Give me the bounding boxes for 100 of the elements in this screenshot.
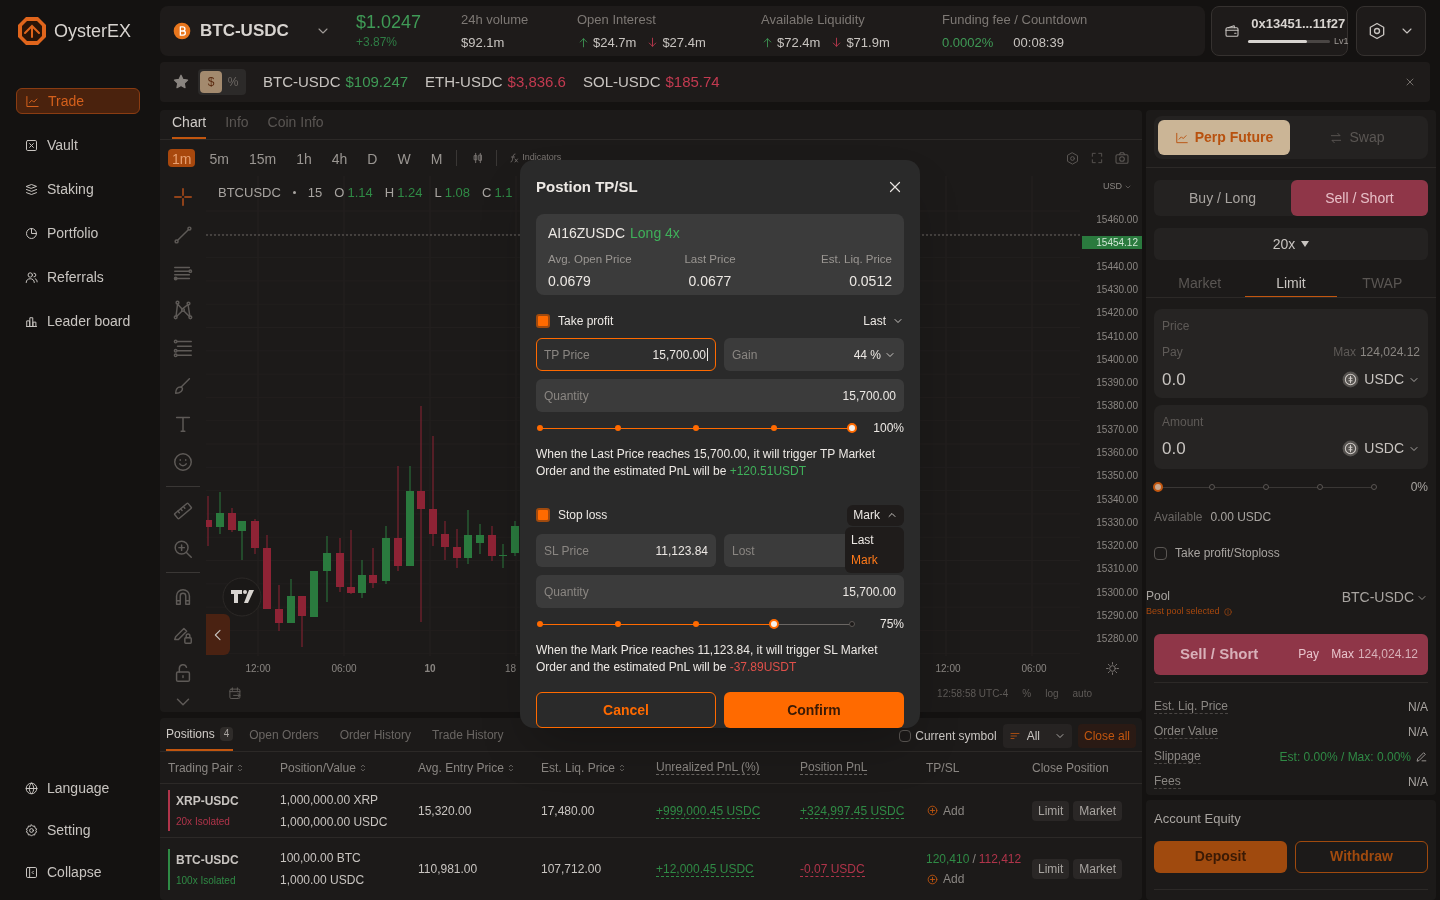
close-all-button[interactable]: Close all	[1077, 724, 1136, 748]
crosshair-icon	[172, 185, 194, 208]
candle	[275, 584, 283, 632]
sidebar-link[interactable]: Setting	[16, 819, 140, 841]
wallet-button[interactable]: 0x13451...11f27 Lv1	[1211, 6, 1348, 56]
go-to-date-button[interactable]	[228, 685, 243, 701]
add-tpsl-button[interactable]: Add	[926, 801, 1032, 820]
candle	[441, 520, 449, 561]
nav-item[interactable]: Referrals	[16, 264, 140, 290]
nav-item[interactable]: Vault	[16, 132, 140, 158]
pair-selector[interactable]: BTC-USDC	[172, 18, 344, 44]
nav-item[interactable]: Trade	[16, 88, 140, 114]
chart-tab[interactable]: Chart	[172, 112, 207, 139]
zoom-in-icon	[172, 537, 194, 560]
indicators-button[interactable]: Indicators	[508, 151, 562, 165]
timeframe-button[interactable]: M	[430, 149, 443, 167]
caret-down-icon	[1301, 241, 1310, 247]
amount-value: 0.0	[1162, 438, 1186, 460]
quantity-field[interactable]: Quantity 15,700.00	[536, 379, 904, 412]
side-tab[interactable]: Buy / Long	[1154, 180, 1291, 216]
submit-order-button[interactable]: Sell / Short Pay Max 124,024.12	[1154, 633, 1428, 675]
globe-icon	[24, 780, 39, 796]
count-badge: 4	[219, 727, 234, 741]
price-field[interactable]: SL Price 11,123.84	[536, 534, 716, 567]
stat-value: 0.0677	[688, 272, 732, 292]
timeframe-button[interactable]: D	[367, 149, 378, 167]
trading-pair: BTC-USDC	[176, 851, 239, 869]
side-tab[interactable]: Sell / Short	[1291, 180, 1428, 216]
time-label: 18	[504, 661, 517, 676]
timeframe-button[interactable]: W	[397, 149, 411, 167]
order-type-tab[interactable]: Limit	[1245, 270, 1337, 297]
positions-tab[interactable]: Positions 4	[166, 719, 234, 751]
filter-dropdown[interactable]: All	[1002, 724, 1072, 748]
summary-label: Slippage	[1154, 749, 1201, 764]
toggle-option[interactable]: $	[200, 71, 222, 93]
ticker-price: $185.74	[665, 71, 720, 92]
checkbox[interactable]	[899, 730, 912, 742]
summary-value: N/A	[1408, 698, 1428, 716]
slider-track[interactable]	[536, 618, 856, 630]
nav-icon	[24, 137, 39, 153]
nav-item[interactable]: Portfolio	[16, 220, 140, 246]
market-price: $1.0247	[356, 11, 423, 33]
slider-thumb[interactable]	[769, 619, 779, 629]
positions-tab[interactable]: Trade History	[432, 719, 504, 751]
timeframe-button[interactable]: 4h	[331, 149, 348, 167]
candle	[238, 520, 246, 561]
summary-label: Est. Liq. Price	[1154, 699, 1229, 714]
timeframe-button[interactable]: 1h	[296, 149, 312, 167]
close-position-button[interactable]: Market	[1073, 859, 1123, 879]
quantity-field[interactable]: Quantity 15,700.00	[536, 575, 904, 608]
positions-tab[interactable]: Order History	[339, 719, 411, 751]
candle	[476, 523, 484, 555]
stat-label: Est. Liq. Price	[821, 252, 892, 267]
positions-tab[interactable]: Open Orders	[249, 719, 319, 751]
leverage-select[interactable]: 20x	[1154, 228, 1428, 260]
slider-reading: 100%	[873, 420, 904, 437]
menu-option[interactable]: Mark	[851, 553, 898, 567]
slider-thumb[interactable]	[847, 423, 857, 433]
close-position-button[interactable]: Limit	[1032, 800, 1070, 821]
summary-label: Fees	[1154, 774, 1181, 789]
trigger-select[interactable]: Last	[863, 310, 904, 332]
checkbox[interactable]	[1154, 546, 1167, 560]
account-title: Account Equity	[1154, 810, 1242, 828]
timeframe-button[interactable]: 15m	[248, 149, 277, 167]
timeframe-button[interactable]: 5m	[209, 149, 229, 167]
currency-select[interactable]: USD	[1103, 180, 1132, 194]
slider-track[interactable]	[536, 422, 856, 434]
account-menu-button[interactable]	[1356, 6, 1426, 56]
slider-thumb[interactable]	[1153, 482, 1163, 492]
cancel-button[interactable]: Cancel	[536, 692, 716, 728]
position-side: Long 4x	[630, 224, 680, 243]
menu-option[interactable]: Last	[851, 533, 898, 547]
checkbox[interactable]	[536, 508, 550, 522]
pool-select[interactable]: BTC-USDC	[1341, 587, 1428, 608]
fibonacci-icon	[172, 337, 194, 360]
candle	[369, 547, 377, 589]
close-position-button[interactable]: Market	[1073, 800, 1123, 821]
time-label: 12:00	[934, 661, 962, 676]
token-select[interactable]: USDC	[1341, 369, 1420, 391]
field-label: Price	[1162, 318, 1191, 335]
edit-icon	[1415, 750, 1428, 763]
change-field[interactable]: Gain 44 %	[724, 338, 904, 371]
slider-track[interactable]	[1154, 481, 1378, 493]
pool-hint: Best pool selected	[1146, 605, 1220, 618]
plus-icon	[926, 804, 939, 817]
close-position-button[interactable]: Limit	[1032, 859, 1070, 879]
confirm-button[interactable]: Confirm	[724, 692, 904, 728]
sidebar-link[interactable]: Language	[16, 777, 140, 799]
token-select[interactable]: USDC	[1341, 438, 1420, 460]
checkbox[interactable]	[536, 314, 550, 328]
price-field[interactable]: TP Price 15,700.00	[536, 338, 716, 371]
table-cell: -0.07 USDC	[800, 862, 865, 877]
nav-item[interactable]: Leader board	[16, 308, 140, 334]
sidebar-link[interactable]: Collapse	[16, 861, 140, 883]
stat-label: 24h volume	[461, 11, 530, 29]
trigger-select[interactable]: Mark	[847, 504, 904, 526]
add-tpsl-button[interactable]: Add	[926, 870, 1032, 888]
nav-item[interactable]: Staking	[16, 176, 140, 202]
stat-label: Available Liquidity	[761, 11, 866, 29]
collapse-panel-button[interactable]	[206, 614, 230, 655]
